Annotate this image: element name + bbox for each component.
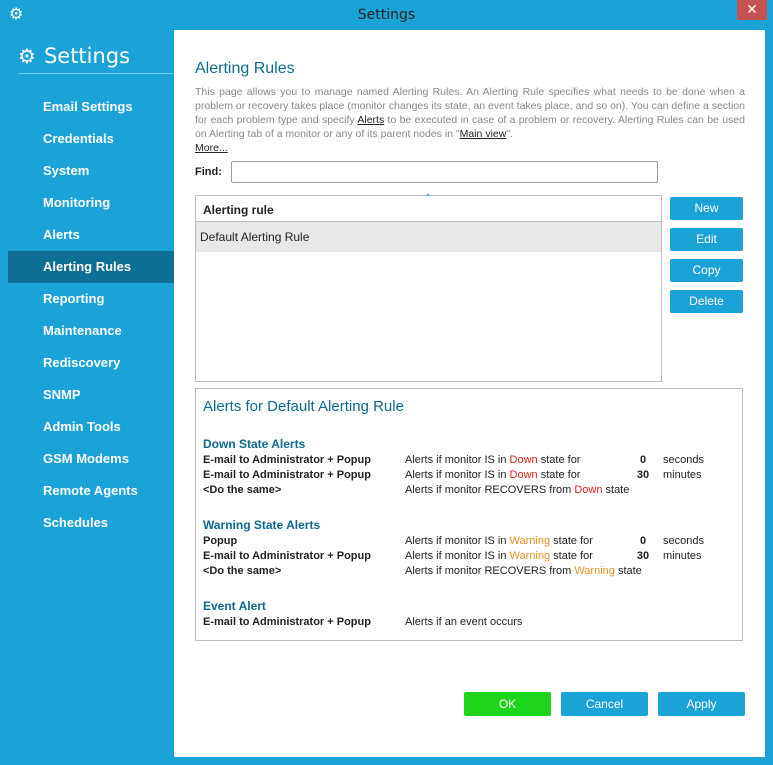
- delete-button[interactable]: Delete: [670, 290, 743, 313]
- delay-value: 30: [636, 550, 650, 562]
- sidebar-item-reporting[interactable]: Reporting: [8, 283, 174, 315]
- condition-text: Alerts if monitor RECOVERS from: [405, 484, 575, 496]
- find-input[interactable]: [231, 161, 658, 183]
- alert-row: <Do the same> Alerts if monitor RECOVERS …: [203, 484, 733, 499]
- state-label: Warning: [574, 565, 615, 577]
- alert-action: <Do the same>: [203, 565, 282, 577]
- delay-unit: minutes: [663, 469, 702, 481]
- condition-text: Alerts if monitor IS in: [405, 469, 510, 481]
- alert-action: <Do the same>: [203, 484, 282, 496]
- alert-row: <Do the same> Alerts if monitor RECOVERS …: [203, 565, 733, 580]
- alert-condition: Alerts if monitor RECOVERS from Warning …: [405, 565, 642, 577]
- cancel-button[interactable]: Cancel: [561, 692, 648, 716]
- alert-action: E-mail to Administrator + Popup: [203, 454, 371, 466]
- alert-action: E-mail to Administrator + Popup: [203, 469, 371, 481]
- alerts-link[interactable]: Alerts: [357, 114, 384, 126]
- condition-text: state: [614, 565, 642, 577]
- copy-button[interactable]: Copy: [670, 259, 743, 282]
- condition-text: state for: [550, 550, 593, 562]
- event-alerts-title: Event Alert: [203, 599, 266, 613]
- alert-condition: Alerts if monitor IS in Warning state fo…: [405, 535, 593, 547]
- description-text: ".: [506, 128, 513, 140]
- sidebar-item-alerts[interactable]: Alerts: [8, 219, 174, 251]
- alert-action: E-mail to Administrator + Popup: [203, 616, 371, 628]
- condition-text: Alerts if an event occurs: [405, 616, 523, 628]
- state-label: Down: [509, 454, 538, 466]
- divider: [18, 73, 173, 74]
- condition-text: state for: [537, 454, 581, 466]
- condition-text: Alerts if monitor RECOVERS from: [405, 565, 575, 577]
- sidebar-item-system[interactable]: System: [8, 155, 174, 187]
- alert-condition: Alerts if an event occurs: [405, 616, 522, 628]
- sidebar-item-gsm-modems[interactable]: GSM Modems: [8, 443, 174, 475]
- title-bar: ⚙ Settings ✕: [0, 0, 773, 30]
- state-label: Warning: [509, 550, 551, 562]
- close-button[interactable]: ✕: [737, 0, 767, 20]
- sidebar-item-email-settings[interactable]: Email Settings: [8, 91, 174, 123]
- alerts-panel-title: Alerts for Default Alerting Rule: [203, 398, 404, 415]
- condition-text: Alerts if monitor IS in: [405, 454, 510, 466]
- more-link[interactable]: More...: [195, 142, 228, 154]
- sidebar-item-credentials[interactable]: Credentials: [8, 123, 174, 155]
- new-button[interactable]: New: [670, 197, 743, 220]
- delay-unit: minutes: [663, 550, 702, 562]
- alerting-rules-table: Alerting rule ⌃ Default Alerting Rule: [195, 193, 662, 382]
- sidebar-item-maintenance[interactable]: Maintenance: [8, 315, 174, 347]
- apply-button[interactable]: Apply: [658, 692, 745, 716]
- sort-ascending-icon: ⌃: [424, 193, 433, 204]
- table-header[interactable]: Alerting rule ⌃: [196, 193, 661, 222]
- alert-condition: Alerts if monitor IS in Down state for: [405, 469, 580, 481]
- alert-condition: Alerts if monitor IS in Down state for: [405, 454, 580, 466]
- alert-row: E-mail to Administrator + Popup Alerts if…: [203, 454, 733, 469]
- sidebar-item-snmp[interactable]: SNMP: [8, 379, 174, 411]
- condition-text: state for: [550, 535, 593, 547]
- state-label: Warning: [509, 535, 551, 547]
- condition-text: Alerts if monitor IS in: [405, 550, 510, 562]
- alert-row: Popup Alerts if monitor IS in Warning sta…: [203, 535, 733, 550]
- table-row[interactable]: Default Alerting Rule: [196, 222, 661, 252]
- delay-value: 0: [639, 454, 647, 466]
- alert-condition: Alerts if monitor RECOVERS from Down sta…: [405, 484, 629, 496]
- sidebar-item-admin-tools[interactable]: Admin Tools: [8, 411, 174, 443]
- state-label: Down: [574, 484, 603, 496]
- column-header-alerting-rule[interactable]: Alerting rule: [203, 203, 274, 217]
- sidebar-item-rediscovery[interactable]: Rediscovery: [8, 347, 174, 379]
- sidebar: ⚙ Settings Email Settings Credentials Syst…: [8, 30, 174, 757]
- alert-action: Popup: [203, 535, 238, 547]
- edit-button[interactable]: Edit: [670, 228, 743, 251]
- delay-unit: seconds: [663, 535, 704, 547]
- sidebar-item-monitoring[interactable]: Monitoring: [8, 187, 174, 219]
- alert-action: E-mail to Administrator + Popup: [203, 550, 371, 562]
- condition-text: Alerts if monitor IS in: [405, 535, 510, 547]
- window-title: Settings: [357, 7, 416, 23]
- condition-text: state: [602, 484, 630, 496]
- down-alerts-title: Down State Alerts: [203, 437, 306, 451]
- sidebar-item-remote-agents[interactable]: Remote Agents: [8, 475, 174, 507]
- alert-condition: Alerts if monitor IS in Warning state fo…: [405, 550, 593, 562]
- sidebar-item-alerting-rules[interactable]: Alerting Rules: [8, 251, 174, 283]
- warning-alerts-title: Warning State Alerts: [203, 518, 321, 532]
- state-label: Down: [509, 469, 538, 481]
- main-panel: Alerting Rules This page allows you to m…: [174, 30, 765, 757]
- alerts-panel: Alerts for Default Alerting Rule Down St…: [195, 388, 743, 641]
- page-title: Alerting Rules: [195, 60, 295, 77]
- alert-row: E-mail to Administrator + Popup Alerts if…: [203, 469, 733, 484]
- sidebar-item-schedules[interactable]: Schedules: [8, 507, 174, 539]
- main-view-link[interactable]: Main view: [460, 128, 507, 140]
- alert-row: E-mail to Administrator + Popup Alerts if…: [203, 616, 733, 631]
- delay-value: 30: [636, 469, 650, 481]
- delay-unit: seconds: [663, 454, 704, 466]
- gear-icon: ⚙: [18, 44, 36, 68]
- sidebar-heading-label: Settings: [43, 44, 131, 68]
- delay-value: 0: [639, 535, 647, 547]
- ok-button[interactable]: OK: [464, 692, 551, 716]
- sidebar-nav: Email Settings Credentials System Monitorin…: [8, 91, 174, 539]
- find-label: Find:: [195, 166, 222, 178]
- condition-text: state for: [537, 469, 581, 481]
- alert-row: E-mail to Administrator + Popup Alerts if…: [203, 550, 733, 565]
- page-description: This page allows you to manage named Ale…: [195, 85, 745, 155]
- sidebar-heading: ⚙ Settings: [18, 38, 130, 74]
